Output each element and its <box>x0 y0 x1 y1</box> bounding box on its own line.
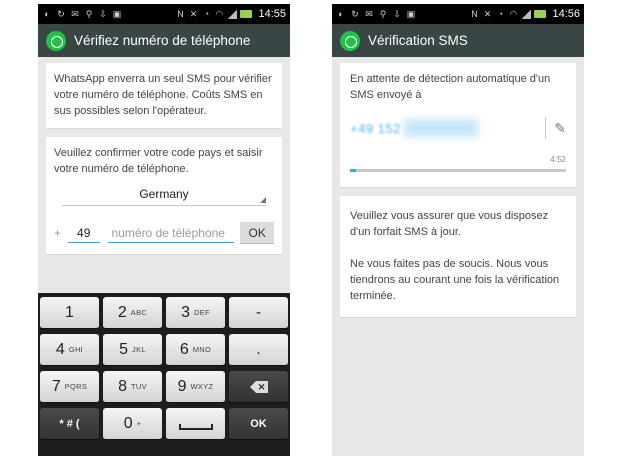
signal-icon <box>521 9 532 19</box>
status-time: 14:55 <box>258 8 286 20</box>
status-time: 14:56 <box>552 8 580 20</box>
wifi-icon: ◠ <box>215 9 224 19</box>
note-card: Veuillez vous assurer que vous disposez … <box>340 196 576 318</box>
status-bar: ◐ ↻ ✉ ⚲ ⇩ ▣ N ✕ ◔ ◠ 14:55 <box>38 4 290 24</box>
whatsapp-logo-icon[interactable] <box>340 30 360 51</box>
sync-icon: ↻ <box>351 9 359 19</box>
download-icon: ⇩ <box>393 9 401 19</box>
mute-icon: ✕ <box>483 9 492 19</box>
key-0[interactable]: 0 + <box>103 408 162 440</box>
country-code-input[interactable]: 49 <box>67 223 100 243</box>
phone-number-display: +49 152 <box>350 121 401 136</box>
pencil-icon[interactable]: ✎ <box>554 120 566 137</box>
key-period[interactable]: . <box>229 334 288 366</box>
wifi-icon: ◠ <box>509 9 518 19</box>
dropdown-triangle-icon <box>260 197 266 203</box>
action-bar: Vérification SMS <box>332 24 584 57</box>
key-6[interactable]: 6 MNO <box>166 334 225 366</box>
info-text: WhatsApp enverra un seul SMS pour vérifi… <box>54 73 272 117</box>
phone-input-row: + 49 numéro de téléphone OK <box>54 220 274 246</box>
waiting-text: En attente de détection automatique d'un… <box>350 73 551 101</box>
page-title: Vérification SMS <box>368 33 468 48</box>
divider <box>545 117 546 139</box>
key-2[interactable]: 2 ABC <box>103 297 162 329</box>
status-bar: ◐ ↻ ✉ ⚲ ⇩ ▣ N ✕ ◔ ◠ 14:56 <box>332 4 584 24</box>
phone-number-redacted <box>404 119 478 137</box>
alarm-icon: ◔ <box>203 9 210 19</box>
key-5[interactable]: 5 JKL <box>103 334 162 366</box>
progress-fill <box>350 169 357 172</box>
note-text-1: Veuillez vous assurer que vous disposez … <box>350 210 549 238</box>
waiting-card: En attente de détection automatique d'un… <box>340 63 576 188</box>
key-7[interactable]: 7 PQRS <box>40 371 99 403</box>
notification-icon: ◐ <box>338 9 344 19</box>
alarm-icon: ◔ <box>497 9 504 19</box>
countdown-timer: 4:52 <box>550 155 566 164</box>
numeric-keyboard: 1 2 ABC 3 DEF - 4 GHI 5 JKL 6 MNO . 7 PQRS 8 TU… <box>38 293 290 456</box>
key-9[interactable]: 9 WXYZ <box>166 371 225 403</box>
usb-icon: ⚲ <box>85 9 93 19</box>
key-3[interactable]: 3 DEF <box>166 297 225 329</box>
image-icon: ▣ <box>406 9 416 19</box>
space-icon <box>178 423 213 430</box>
signal-icon <box>227 9 238 19</box>
ok-button[interactable]: OK <box>240 222 274 244</box>
mute-icon: ✕ <box>189 9 198 19</box>
image-icon: ▣ <box>112 9 122 19</box>
space-key[interactable] <box>166 408 225 440</box>
symbols-key[interactable]: * # ( <box>40 408 99 440</box>
whatsapp-logo-icon[interactable] <box>46 30 66 51</box>
phone-screen-verify-number: ◐ ↻ ✉ ⚲ ⇩ ▣ N ✕ ◔ ◠ 14:55 Vérifiez numér… <box>38 4 290 456</box>
phone-screen-sms-verification: ◐ ↻ ✉ ⚲ ⇩ ▣ N ✕ ◔ ◠ 14:56 Vérification S… <box>332 4 584 456</box>
key-8[interactable]: 8 TUV <box>103 371 162 403</box>
backspace-key[interactable]: ✕ <box>229 371 288 403</box>
usb-icon: ⚲ <box>379 9 387 19</box>
key-minus[interactable]: - <box>229 297 288 329</box>
plus-sign: + <box>54 226 62 240</box>
page-title: Vérifiez numéro de téléphone <box>74 33 251 48</box>
email-icon: ✉ <box>71 9 79 19</box>
key-4[interactable]: 4 GHI <box>40 334 99 366</box>
nfc-icon: N <box>177 9 184 19</box>
notification-icon: ◐ <box>44 9 50 19</box>
download-icon: ⇩ <box>99 9 107 19</box>
keyboard-ok-key[interactable]: OK <box>229 408 288 440</box>
info-card: WhatsApp enverra un seul SMS pour vérifi… <box>46 63 282 129</box>
progress-bar <box>350 169 566 172</box>
phone-form-card: Veuillez confirmer votre code pays et sa… <box>46 137 282 255</box>
email-icon: ✉ <box>365 9 373 19</box>
battery-icon <box>240 10 253 18</box>
battery-icon <box>534 10 547 18</box>
action-bar: Vérifiez numéro de téléphone <box>38 24 290 57</box>
sync-icon: ↻ <box>57 9 65 19</box>
key-1[interactable]: 1 <box>40 297 99 329</box>
country-select[interactable]: Germany <box>62 184 266 206</box>
backspace-icon: ✕ <box>249 380 268 393</box>
confirm-text: Veuillez confirmer votre code pays et sa… <box>54 147 263 175</box>
nfc-icon: N <box>471 9 478 19</box>
phone-number-input[interactable]: numéro de téléphone <box>107 223 235 243</box>
country-value: Germany <box>139 187 189 201</box>
note-text-2: Ne vous faites pas de soucis. Nous vous … <box>350 258 560 302</box>
